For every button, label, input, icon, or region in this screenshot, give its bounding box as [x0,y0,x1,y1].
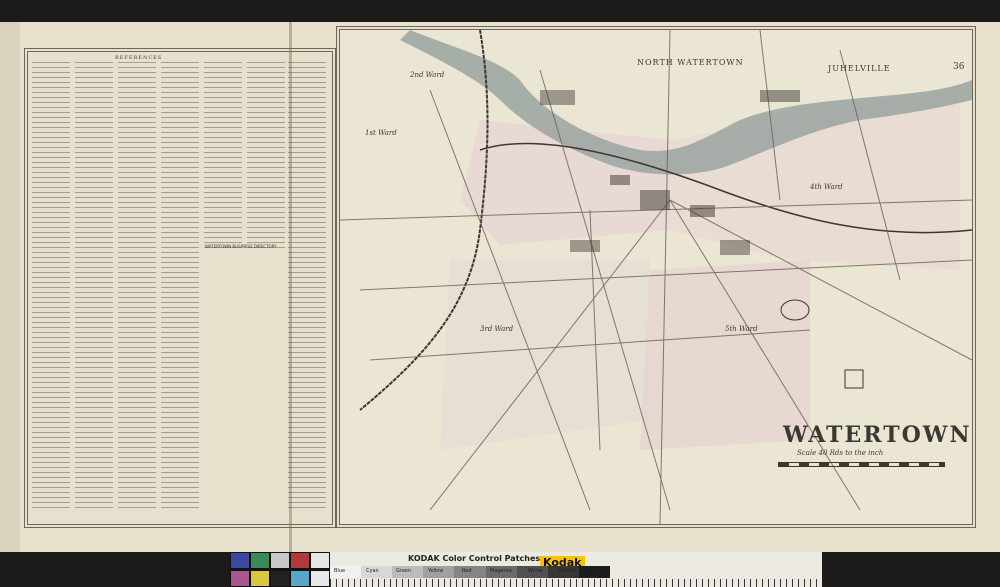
scale-label: Scale 40 Rds to the inch [797,449,884,457]
directory-column [288,62,326,512]
step-label: 3/Color [558,568,576,574]
ward-label: 2nd Ward [410,71,445,79]
step-label: Magenta [490,568,512,574]
kodak-color-target: KODAK Color Control Patches Kodak Blue C… [230,552,822,587]
color-patch [250,552,270,569]
directory-column [118,62,156,512]
scale-bar [778,462,945,467]
ward-label: 1st Ward [365,129,397,137]
ward-label: 5th Ward [725,325,758,333]
kodak-title: KODAK Color Control Patches [408,554,541,563]
step-label: Yellow [428,568,444,574]
juhelville-label: JUHELVILLE [828,64,891,73]
step-label: Blue [334,568,346,574]
directory-heading: REFERENCES [115,55,163,61]
directory-column [32,62,70,512]
ward-tint-3 [440,260,650,450]
map-title: WATERTOWN [783,422,972,448]
color-patch [310,552,330,569]
ruler: KODAK Color Control Patches Kodak Blue C… [330,552,822,587]
street-directory: REFERENCES [30,52,330,522]
left-page-edge [0,22,21,552]
color-patch [230,552,250,569]
color-patches [230,552,330,587]
directory-column [247,62,285,252]
color-patch [310,569,330,587]
step-label: White [528,568,543,574]
ward-label: 3rd Ward [480,325,514,333]
color-patch [270,552,290,569]
directory-column [204,62,242,252]
cemetery-outline [844,369,864,389]
color-patch [250,569,270,587]
page-number: 36 [953,62,965,72]
directory-column [161,62,199,512]
color-patch [270,569,290,587]
step-label: Red [462,568,472,574]
directory-column [75,62,113,512]
step-label: Black [590,568,604,574]
step-label: Green [396,568,412,574]
color-patch [290,552,310,569]
color-patch [230,569,250,587]
business-directory-heading: WATERTOWN BUSINESS DIRECTORY [205,244,277,249]
step-label: Cyan [366,568,379,574]
color-patch [290,569,310,587]
ward-label: 4th Ward [810,183,843,191]
north-watertown-label: NORTH WATERTOWN [637,58,744,67]
ruler-ticks [330,579,822,587]
